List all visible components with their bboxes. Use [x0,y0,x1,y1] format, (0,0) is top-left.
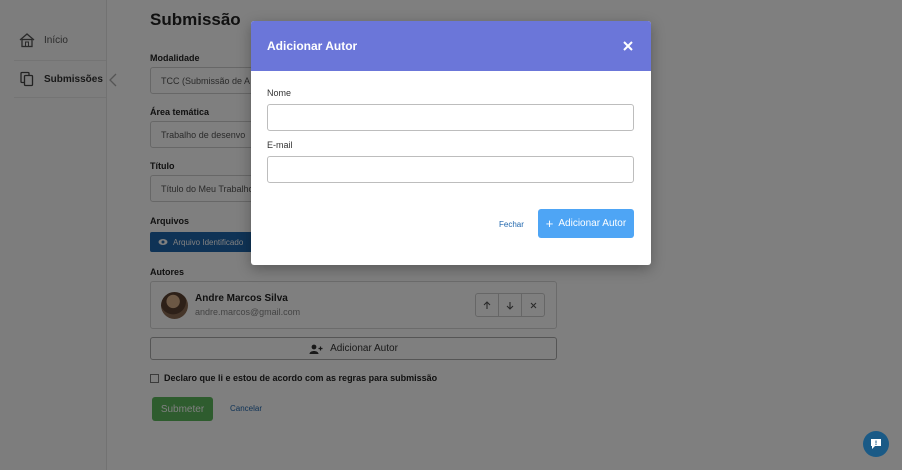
email-label: E-mail [267,140,293,150]
modal-title: Adicionar Autor [267,39,358,53]
nome-input[interactable] [267,104,634,131]
add-author-modal: Adicionar Autor Nome E-mail Fechar + Adi… [251,21,651,265]
email-input[interactable] [267,156,634,183]
modal-add-author-label: Adicionar Autor [558,218,627,229]
plus-icon: + [545,215,554,231]
close-modal-button[interactable] [623,39,633,53]
modal-header: Adicionar Autor [251,21,651,71]
nome-label: Nome [267,88,292,98]
close-icon [623,41,633,51]
chat-icon [871,439,881,449]
modal-add-author-button[interactable]: + Adicionar Autor [538,209,634,238]
chat-button[interactable] [863,431,889,457]
fechar-button[interactable]: Fechar [499,220,524,229]
